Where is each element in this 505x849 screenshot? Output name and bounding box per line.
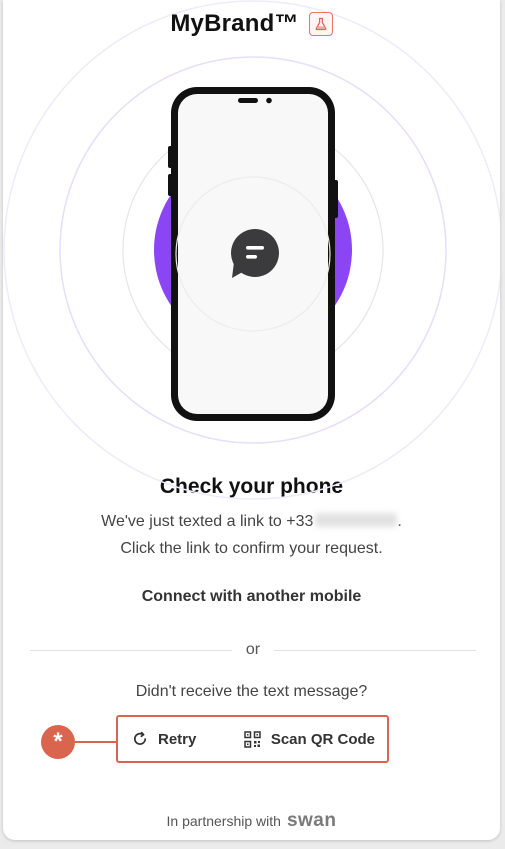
connect-another-mobile-link[interactable]: Connect with another mobile [3,588,500,606]
partnership-text: In partnership with [166,813,281,829]
refresh-icon [133,731,147,745]
qr-code-icon [244,730,261,748]
annotation-marker-symbol: * [53,728,63,755]
retry-label: Retry [158,730,197,748]
confirm-instructions: Click the link to confirm your request. [120,540,383,557]
scan-qr-label: Scan QR Code [270,730,375,748]
verification-card: MyBrand™ Check your phone We've just tex… [3,0,500,840]
flask-icon [308,12,333,36]
or-divider: or [30,641,477,659]
annotation-marker: * [41,725,75,759]
brand-name: MyBrand™ [170,10,299,37]
divider-line-right [274,649,477,651]
annotation-connector [75,741,116,743]
not-received-text: Didn't receive the text message? [135,683,368,700]
partnership-footer: In partnership with swan [3,810,500,832]
brand-header: MyBrand™ [3,10,500,38]
or-label: or [245,641,261,658]
partner-logo: swan [286,810,337,831]
resend-actions: Retry Scan QR Code [116,715,389,763]
divider-line-left [30,649,232,651]
scan-qr-code-button[interactable]: Scan QR Code [244,731,375,748]
retry-button[interactable]: Retry [132,731,196,748]
phone-illustration [163,84,343,424]
